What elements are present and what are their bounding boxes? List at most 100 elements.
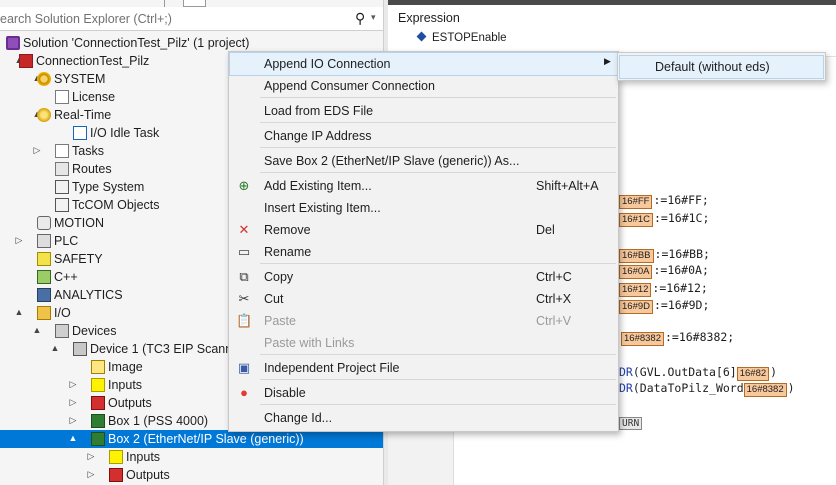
tree-node[interactable]: Solution 'ConnectionTest_Pilz' (1 projec… [0, 34, 383, 52]
estop-variable-label: ESTOPEnable [432, 32, 507, 44]
devices-icon [55, 324, 69, 338]
disable-icon: ● [240, 385, 248, 400]
code-text: :=16#FF; [653, 193, 709, 207]
outputs-icon [109, 468, 123, 482]
code-line[interactable]: 16#0A:=16#0A; [619, 263, 709, 279]
tree-node-label: Outputs [108, 396, 152, 410]
collapse-arrow-icon[interactable]: ▲ [32, 325, 42, 335]
expand-arrow-icon[interactable]: ▷ [86, 451, 96, 462]
submenu-arrow-icon: ▶ [604, 56, 611, 66]
variable-icon [416, 31, 427, 42]
menu-item-save-box-2-ethernet-ip-slave-generic-as[interactable]: Save Box 2 (EtherNet/IP Slave (generic))… [230, 150, 617, 172]
menu-item-paste[interactable]: 📋 Paste Ctrl+V [230, 310, 617, 332]
collapse-arrow-icon[interactable]: ▲ [68, 433, 78, 443]
plc-icon [37, 234, 51, 248]
menu-item-append-io-connection[interactable]: Append IO Connection ▶ [229, 52, 618, 76]
value-tag: 16#1C [619, 213, 653, 227]
menu-item-shortcut: Ctrl+C [536, 270, 572, 284]
tree-node-label: ConnectionTest_Pilz [36, 54, 150, 68]
tree-node-label: Devices [72, 324, 117, 338]
code-line[interactable]: 16#8382:=16#8382; [621, 330, 734, 346]
expand-arrow-icon[interactable]: ▷ [68, 397, 78, 408]
tree-node-label: TcCOM Objects [72, 198, 160, 212]
expand-arrow-icon[interactable]: ▷ [86, 469, 96, 480]
estop-variable-row[interactable]: ESTOPEnable [416, 31, 507, 44]
realtime-icon [37, 108, 51, 122]
menu-item-add-existing-item[interactable]: ⊕ Add Existing Item... Shift+Alt+A [230, 175, 617, 197]
tasks-icon [55, 144, 69, 158]
image-icon [91, 360, 105, 374]
menu-item-rename[interactable]: ▭ Rename [230, 241, 617, 263]
code-line-adr[interactable]: DR(DataToPilz_Word 16#8382) [619, 381, 795, 397]
menu-item-remove[interactable]: ✕ Remove Del [230, 219, 617, 241]
tree-node-label: C++ [54, 270, 78, 284]
menu-item-load-from-eds-file[interactable]: Load from EDS File [230, 100, 617, 122]
menu-item-copy[interactable]: ⧉ Copy Ctrl+C [230, 266, 617, 288]
menu-item-label: Paste with Links [264, 336, 355, 350]
menu-item-disable[interactable]: ● Disable [230, 382, 617, 404]
expand-arrow-icon[interactable]: ▷ [68, 415, 78, 426]
keyword: DR [619, 365, 633, 379]
menu-item-independent-project-file[interactable]: ▣ Independent Project File [230, 357, 617, 379]
value-tag: 16#9D [619, 300, 653, 314]
menu-separator [260, 147, 616, 148]
inputs-icon [109, 450, 123, 464]
tree-node[interactable]: ▲ Box 2 (EtherNet/IP Slave (generic)) [0, 430, 383, 448]
editor-top-border [388, 0, 836, 5]
cpp-icon [37, 270, 51, 284]
expand-arrow-icon[interactable]: ▷ [32, 145, 42, 156]
analytics-icon [37, 288, 51, 302]
code-line[interactable]: 16#1C:=16#1C; [619, 211, 709, 227]
menu-separator [260, 172, 616, 173]
menu-item-append-consumer-connection[interactable]: Append Consumer Connection [230, 75, 617, 97]
io-icon [37, 306, 51, 320]
code-line[interactable]: 16#BB:=16#BB; [619, 247, 710, 263]
box-icon [91, 414, 105, 428]
device-icon [73, 342, 87, 356]
tree-node[interactable]: ▷ Outputs [0, 466, 383, 484]
expand-arrow-icon[interactable]: ▷ [14, 235, 24, 246]
code-text: :=16#BB; [654, 247, 710, 261]
expand-arrow-icon[interactable]: ▷ [68, 379, 78, 390]
tree-node-label: Outputs [126, 468, 170, 482]
tree-node-label: SYSTEM [54, 72, 106, 86]
value-tag: 16#8382 [743, 383, 787, 397]
menu-separator [260, 379, 616, 380]
collapse-arrow-icon[interactable]: ▲ [50, 343, 60, 353]
menu-item-cut[interactable]: ✂ Cut Ctrl+X [230, 288, 617, 310]
code-text: ) [770, 365, 778, 379]
tree-node-label: Routes [72, 162, 112, 176]
screen: earch Solution Explorer (Ctrl+;) ⚲ ▾ Sol… [0, 0, 836, 485]
menu-item-paste-with-links[interactable]: Paste with Links [230, 332, 617, 354]
code-line[interactable]: 16#FF:=16#FF; [619, 193, 709, 209]
submenu-item-default-without-eds[interactable]: Default (without eds) [619, 55, 824, 79]
code-line[interactable]: 16#9D:=16#9D; [619, 298, 709, 314]
value-tag: 16#FF [619, 195, 653, 209]
routes-icon [55, 162, 69, 176]
search-input[interactable]: earch Solution Explorer (Ctrl+;) [0, 12, 172, 26]
code-line[interactable]: 16#12:=16#12; [619, 281, 708, 297]
search-box[interactable]: earch Solution Explorer (Ctrl+;) ⚲ ▾ [0, 7, 383, 31]
tree-node-label: ANALYTICS [54, 288, 123, 302]
code-line-adr[interactable]: DR(GVL.OutData[6] 16#82) [619, 365, 777, 381]
value-tag: 16#8382 [621, 332, 664, 346]
search-options-chevron-icon[interactable]: ▾ [371, 12, 376, 23]
copy-icon: ⧉ [239, 269, 249, 284]
toolbar-button[interactable] [183, 0, 206, 7]
menu-item-change-ip-address[interactable]: Change IP Address [230, 125, 617, 147]
system-icon [37, 72, 51, 86]
menu-item-change-id[interactable]: Change Id... [230, 407, 617, 429]
search-icon[interactable]: ⚲ [355, 10, 365, 27]
code-text: ) [787, 381, 795, 395]
menu-item-label: Copy [264, 270, 294, 284]
menu-item-label: Append Consumer Connection [264, 79, 435, 93]
menu-item-shortcut: Del [536, 223, 555, 237]
tree-node-label: Inputs [108, 378, 143, 392]
collapse-arrow-icon[interactable]: ▲ [14, 307, 24, 317]
keyword: DR [619, 381, 633, 395]
menu-item-insert-existing-item[interactable]: Insert Existing Item... [230, 197, 617, 219]
tree-node-label: Image [108, 360, 143, 374]
value-tag: 16#BB [619, 249, 654, 263]
tree-node-label: Tasks [72, 144, 104, 158]
tree-node[interactable]: ▷ Inputs [0, 448, 383, 466]
